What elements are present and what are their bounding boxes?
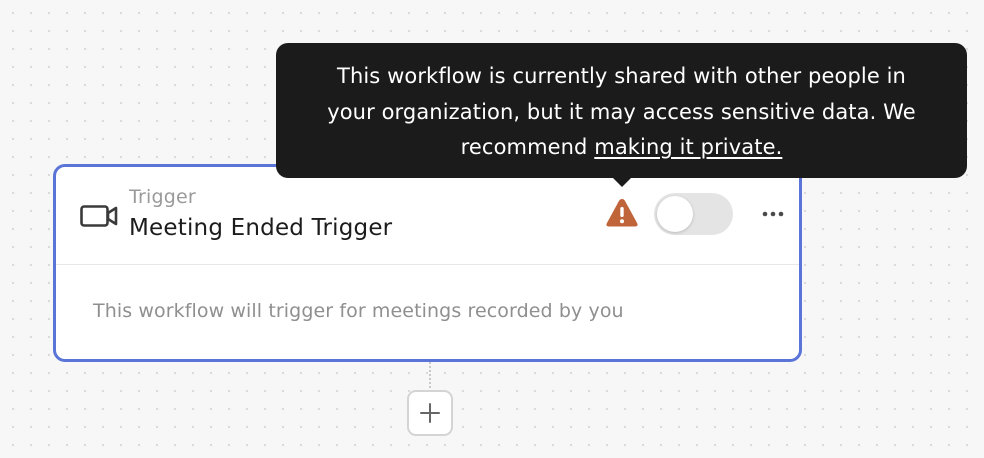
- toggle-knob: [657, 196, 693, 232]
- trigger-card-header: Trigger Meeting Ended Trigger: [56, 167, 799, 265]
- trigger-kicker: Trigger: [129, 186, 196, 208]
- warning-triangle-icon[interactable]: [605, 197, 639, 229]
- plus-icon: [420, 403, 440, 423]
- video-camera-icon: [80, 205, 118, 227]
- tooltip-line-2: your organization, but it may access sen…: [327, 99, 916, 124]
- connector-line: [429, 362, 431, 392]
- make-private-link[interactable]: making it private.: [594, 135, 782, 159]
- trigger-title: Meeting Ended Trigger: [129, 215, 393, 241]
- workflow-enabled-toggle[interactable]: [654, 193, 733, 235]
- sensitive-data-tooltip: This workflow is currently shared with o…: [276, 43, 967, 178]
- add-step-button[interactable]: [407, 390, 453, 436]
- tooltip-line-1: This workflow is currently shared with o…: [337, 64, 906, 88]
- more-horizontal-icon[interactable]: [756, 199, 790, 229]
- tooltip-arrow: [613, 178, 631, 187]
- tooltip-message: This workflow is currently shared with o…: [286, 59, 957, 166]
- trigger-card[interactable]: Trigger Meeting Ended Trigger This workf…: [53, 164, 802, 362]
- trigger-description: This workflow will trigger for meetings …: [93, 300, 624, 322]
- tooltip-line-3-prefix: recommend: [460, 135, 595, 159]
- trigger-card-body: This workflow will trigger for meetings …: [56, 265, 799, 359]
